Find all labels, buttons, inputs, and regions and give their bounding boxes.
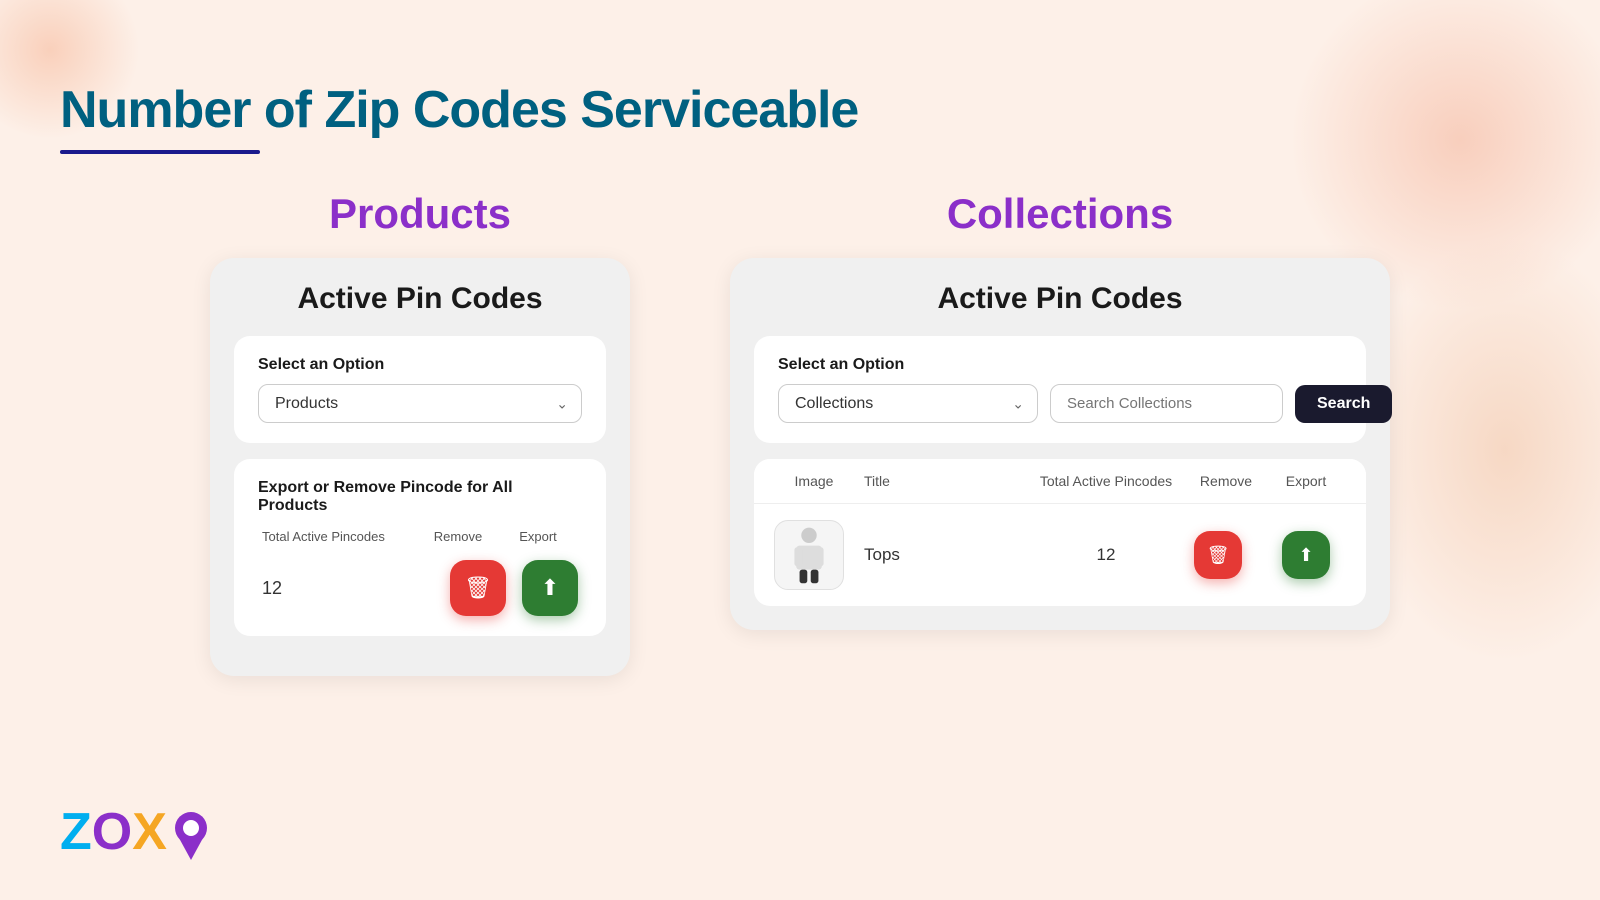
table-row: Tops 12 🗑 ⬆ [754,504,1366,606]
logo-x: X [132,803,167,861]
product-image [774,520,844,590]
collections-controls: Products Collections ⌄ Search [778,384,1342,423]
collections-export-button[interactable]: ⬆ [1282,531,1330,579]
collections-table-header: Image Title Total Active Pincodes Remove… [754,459,1366,504]
col-export-cell: ⬆ [1266,531,1346,579]
products-section: Products Active Pin Codes Select an Opti… [210,190,630,676]
collections-heading: Collections [730,190,1390,238]
col-remove-h-header: Remove [1186,473,1266,489]
logo-container: ZOX [60,806,167,858]
products-select-wrapper: Products Collections ⌄ [258,384,582,423]
logo-z: Z [60,803,92,861]
products-data-row: 12 🗑 ⬆ [258,560,582,616]
col-image-cell [774,520,854,590]
collections-search-input[interactable] [1050,384,1283,423]
products-pincodes-count: 12 [262,578,450,599]
products-table-header: Total Active Pincodes Remove Export [258,529,582,544]
products-remove-button[interactable]: 🗑 [450,560,506,616]
products-select-panel: Select an Option Products Collections ⌄ [234,336,606,443]
upload-icon-2: ⬆ [1298,546,1313,564]
collections-select-label: Select an Option [778,356,1342,374]
main-content: Products Active Pin Codes Select an Opti… [0,190,1600,676]
col-remove-header: Remove [418,529,498,544]
page-title-section: Number of Zip Codes Serviceable [60,80,858,154]
logo: ZOX [60,804,209,860]
collections-select-wrapper: Products Collections ⌄ [778,384,1038,423]
col-total-pincodes-header: Total Active Pincodes [262,529,418,544]
collections-top-panel: Select an Option Products Collections ⌄ … [754,336,1366,443]
col-export-header: Export [498,529,578,544]
product-figure-icon [784,525,834,585]
products-select-label: Select an Option [258,356,582,374]
trash-icon-2: 🗑 [1207,546,1230,564]
product-image-placeholder [775,521,843,589]
col-title-header: Title [854,473,1026,489]
collections-remove-button[interactable]: 🗑 [1194,531,1242,579]
col-total-active-header: Total Active Pincodes [1026,473,1186,489]
products-select[interactable]: Products Collections [258,384,582,423]
products-export-title: Export or Remove Pincode for All Product… [258,479,582,515]
trash-icon: 🗑 [464,577,492,599]
col-pincodes-cell: 12 [1026,545,1186,565]
col-remove-cell: 🗑 [1186,531,1266,579]
col-export-h-header: Export [1266,473,1346,489]
collections-card-title: Active Pin Codes [754,282,1366,316]
products-card: Active Pin Codes Select an Option Produc… [210,258,630,676]
logo-pin-icon [173,808,209,860]
collections-select[interactable]: Products Collections [778,384,1038,423]
page-title-underline [60,150,260,154]
page-title: Number of Zip Codes Serviceable [60,80,858,140]
products-export-button[interactable]: ⬆ [522,560,578,616]
upload-icon: ⬆ [541,577,559,599]
collections-section: Collections Active Pin Codes Select an O… [730,190,1390,676]
products-card-title: Active Pin Codes [234,282,606,316]
collections-table: Image Title Total Active Pincodes Remove… [754,459,1366,606]
products-export-panel: Export or Remove Pincode for All Product… [234,459,606,636]
collections-search-button[interactable]: Search [1295,385,1392,423]
col-title-cell: Tops [854,545,1026,565]
products-heading: Products [210,190,630,238]
collections-card: Active Pin Codes Select an Option Produc… [730,258,1390,630]
col-image-header: Image [774,473,854,489]
logo-o: O [92,803,132,861]
